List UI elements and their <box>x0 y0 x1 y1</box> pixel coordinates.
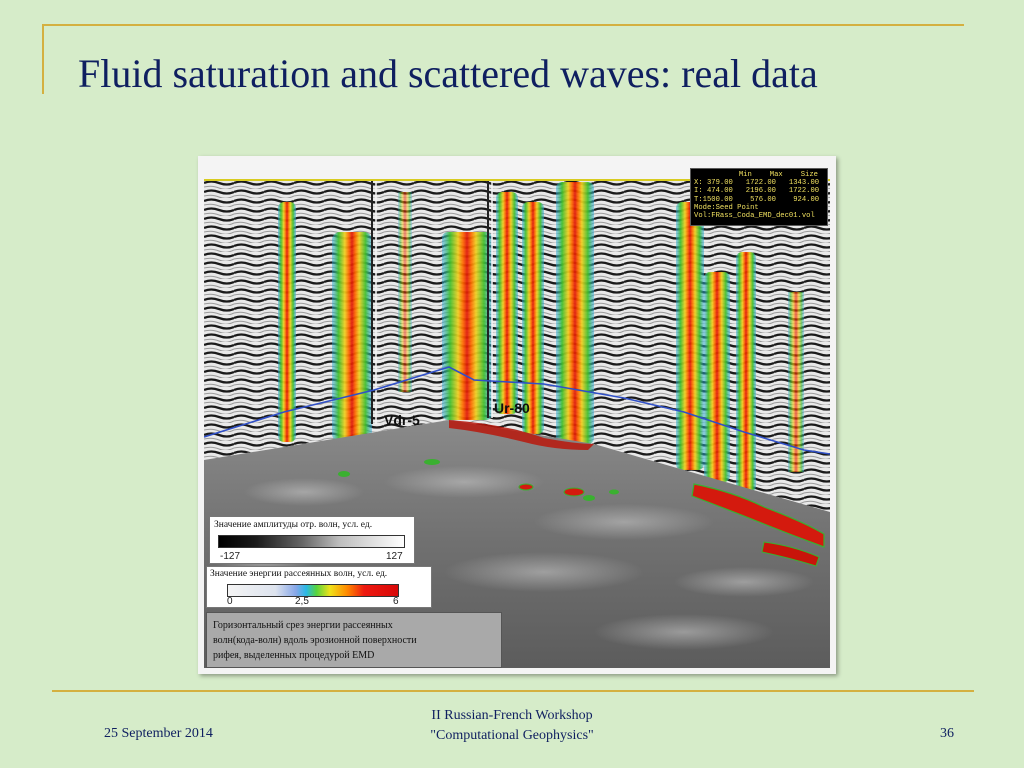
energy-legend: Значение энергии рассеянных волн, усл. е… <box>206 566 432 608</box>
info-row-i: I: 474.00 2196.00 1722.00 <box>694 187 820 196</box>
info-row-mode: Mode:Seed Point <box>694 203 759 212</box>
bottom-decor-line <box>52 690 974 692</box>
caption-line-3: рифея, выделенных процедурой EMD <box>213 650 375 661</box>
amplitude-colorbar <box>218 535 405 548</box>
info-row-x: X: 379.00 1722.00 1343.00 <box>694 179 820 188</box>
info-row-t: T:1500.00 576.00 924.00 <box>694 195 820 204</box>
seismic-figure-frame: Vdr-5 Ur-80 Min Max Size X: 379.00 1722.… <box>198 156 836 674</box>
energy-tick-1: 2,5 <box>295 596 309 607</box>
caption-line-1: Горизонтальный срез энергии рассеянных <box>213 620 393 631</box>
caption-line-2: волн(кода-волн) вдоль эрозионной поверхн… <box>213 635 417 646</box>
well-label-ur80: Ur-80 <box>494 400 530 416</box>
amplitude-legend-title: Значение амплитуды отр. волн, усл. ед. <box>214 520 373 530</box>
footer-date: 25 September 2014 <box>104 726 213 741</box>
info-row-vol: Vol:FRass_Coda_EMD_dec01.vol <box>694 212 815 221</box>
footer-workshop-line1: II Russian-French Workshop <box>431 708 593 723</box>
footer-workshop: II Russian-French Workshop "Computationa… <box>400 706 624 746</box>
energy-legend-title: Значение энергии рассеянных волн, усл. е… <box>210 569 388 579</box>
energy-tick-2: 6 <box>393 596 399 607</box>
top-decor-line <box>42 24 964 26</box>
footer-workshop-line2: "Computational Geophysics" <box>430 728 594 743</box>
info-panel-header: Min Max Size <box>738 171 818 179</box>
energy-colorbar <box>227 584 399 597</box>
figure-caption: Горизонтальный срез энергии рассеянных в… <box>206 612 502 668</box>
energy-tick-0: 0 <box>227 596 233 607</box>
well-label-vdr5: Vdr-5 <box>384 412 420 428</box>
left-decor-line <box>42 24 44 94</box>
amplitude-min-label: -127 <box>220 551 241 562</box>
volume-info-panel: Min Max Size X: 379.00 1722.00 1343.00 I… <box>690 168 828 226</box>
slide-title: Fluid saturation and scattered waves: re… <box>78 51 818 96</box>
page-number: 36 <box>940 726 954 741</box>
amplitude-legend: Значение амплитуды отр. волн, усл. ед. -… <box>209 516 415 564</box>
amplitude-max-label: 127 <box>386 551 403 562</box>
seismic-3d-view: Vdr-5 Ur-80 Min Max Size X: 379.00 1722.… <box>204 162 830 668</box>
